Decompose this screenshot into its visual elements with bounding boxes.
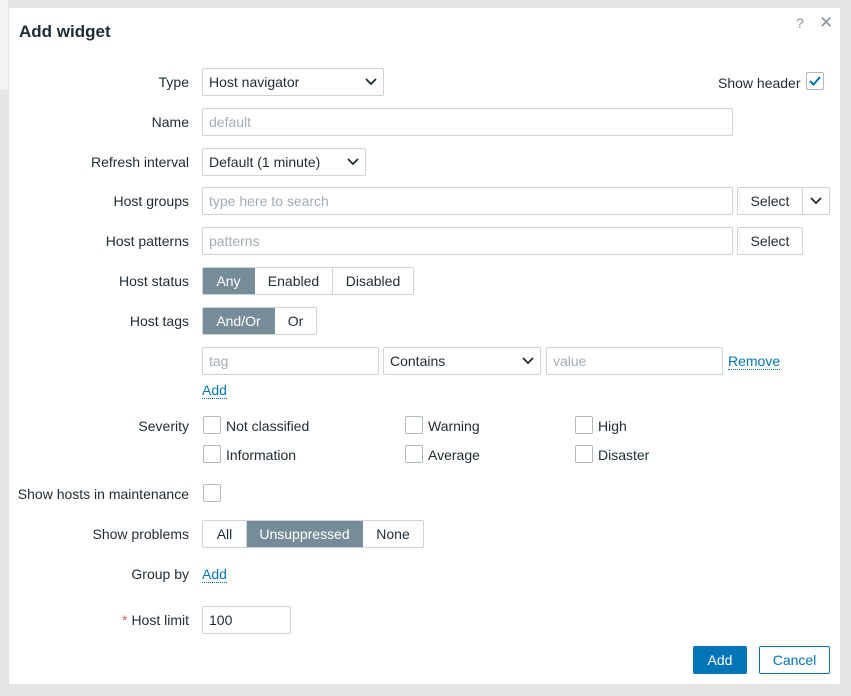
name-label: Name — [151, 114, 189, 130]
host-status-segmented: Any Enabled Disabled — [202, 267, 414, 295]
refresh-interval-select[interactable]: Default (1 minute) — [202, 148, 366, 176]
severity-disaster-checkbox[interactable] — [575, 445, 593, 463]
show-problems-label: Show problems — [92, 526, 190, 542]
host-groups-input[interactable]: type here to search — [202, 187, 733, 215]
show-header-label: Show header — [718, 75, 801, 91]
host-tags-option-or[interactable]: Or — [275, 308, 316, 334]
host-tags-label: Host tags — [129, 313, 189, 329]
host-status-option-any[interactable]: Any — [203, 268, 255, 294]
host-tags-option-andor[interactable]: And/Or — [203, 308, 275, 334]
type-select[interactable]: Host navigator — [202, 68, 384, 96]
tag-input[interactable]: tag — [202, 347, 379, 375]
severity-warning-checkbox[interactable] — [405, 416, 423, 434]
refresh-interval-value: Default (1 minute) — [209, 154, 321, 170]
severity-not-classified-checkbox[interactable] — [203, 416, 221, 434]
host-limit-input[interactable]: 100 — [202, 606, 291, 634]
close-icon[interactable]: ✕ — [819, 13, 833, 33]
severity-average-checkbox[interactable] — [405, 445, 423, 463]
backdrop — [0, 0, 8, 90]
severity-not-classified-label: Not classified — [226, 418, 310, 434]
name-input[interactable]: default — [202, 108, 733, 136]
host-patterns-input[interactable]: patterns — [202, 227, 733, 255]
show-maintenance-label: Show hosts in maintenance — [17, 486, 189, 502]
host-groups-dropdown-button[interactable] — [802, 187, 830, 215]
host-patterns-select-button[interactable]: Select — [737, 227, 803, 255]
host-status-option-enabled[interactable]: Enabled — [255, 268, 333, 294]
cancel-button[interactable]: Cancel — [759, 646, 830, 674]
tag-operator-select[interactable]: Contains — [383, 347, 541, 375]
tag-remove-link[interactable]: Remove — [728, 353, 781, 370]
dialog-title: Add widget — [19, 22, 111, 41]
host-tags-segmented: And/Or Or — [202, 307, 317, 335]
group-by-label: Group by — [131, 566, 189, 582]
host-status-label: Host status — [118, 273, 189, 289]
host-limit-label: * Host limit — [122, 606, 189, 634]
severity-high-checkbox[interactable] — [575, 416, 593, 434]
severity-disaster-label: Disaster — [598, 447, 650, 463]
show-problems-option-all[interactable]: All — [203, 521, 247, 547]
checkmark-icon — [809, 76, 821, 86]
show-header-checkbox[interactable] — [806, 72, 824, 90]
add-button[interactable]: Add — [693, 646, 747, 674]
severity-label: Severity — [138, 418, 189, 434]
group-by-add-link[interactable]: Add — [202, 566, 227, 583]
chevron-down-icon — [810, 197, 822, 205]
type-label: Type — [158, 74, 189, 90]
add-widget-dialog: Add widget ? ✕ Type Host navigator Show … — [8, 7, 841, 685]
chevron-down-icon — [347, 158, 359, 166]
required-mark: * — [121, 612, 128, 628]
host-limit-label-text: Host limit — [131, 612, 189, 628]
host-status-option-disabled[interactable]: Disabled — [333, 268, 413, 294]
help-icon[interactable]: ? — [796, 15, 804, 31]
chevron-down-icon — [365, 78, 377, 86]
refresh-interval-label: Refresh interval — [90, 154, 189, 170]
show-maintenance-checkbox[interactable] — [203, 484, 221, 502]
host-groups-select-button[interactable]: Select — [737, 187, 803, 215]
tag-add-link[interactable]: Add — [202, 382, 227, 399]
tag-value-input[interactable]: value — [546, 347, 723, 375]
severity-high-label: High — [598, 418, 627, 434]
show-problems-segmented: All Unsuppressed None — [202, 520, 424, 548]
tag-operator-value: Contains — [390, 353, 446, 369]
chevron-down-icon — [522, 357, 534, 365]
show-problems-option-unsuppressed[interactable]: Unsuppressed — [247, 521, 363, 547]
show-problems-option-none[interactable]: None — [363, 521, 423, 547]
severity-information-checkbox[interactable] — [203, 445, 221, 463]
severity-warning-label: Warning — [428, 418, 480, 434]
type-select-value: Host navigator — [209, 74, 300, 90]
host-groups-label: Host groups — [113, 193, 189, 209]
severity-average-label: Average — [428, 447, 480, 463]
severity-information-label: Information — [226, 447, 297, 463]
host-patterns-label: Host patterns — [105, 233, 189, 249]
